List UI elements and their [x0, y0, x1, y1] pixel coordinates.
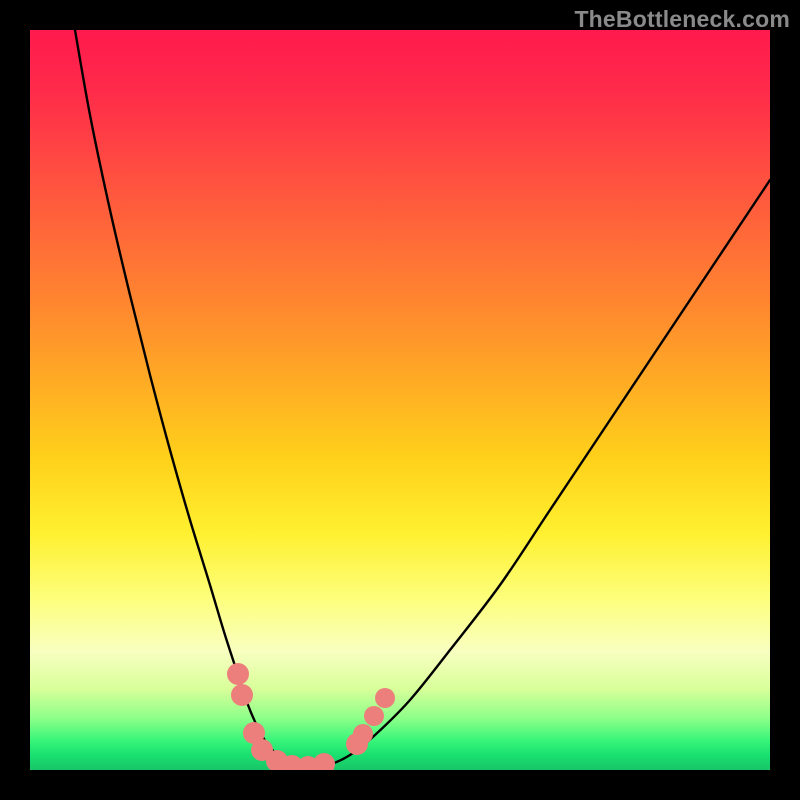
- chart-plot-area: [30, 30, 770, 770]
- chart-frame: TheBottleneck.com: [0, 0, 800, 800]
- chart-marker: [231, 684, 253, 706]
- chart-marker: [375, 688, 395, 708]
- chart-curve: [75, 30, 770, 767]
- chart-marker: [313, 753, 335, 770]
- chart-marker: [353, 724, 373, 744]
- chart-marker: [227, 663, 249, 685]
- chart-svg: [30, 30, 770, 770]
- chart-marker: [364, 706, 384, 726]
- watermark-text: TheBottleneck.com: [574, 6, 790, 33]
